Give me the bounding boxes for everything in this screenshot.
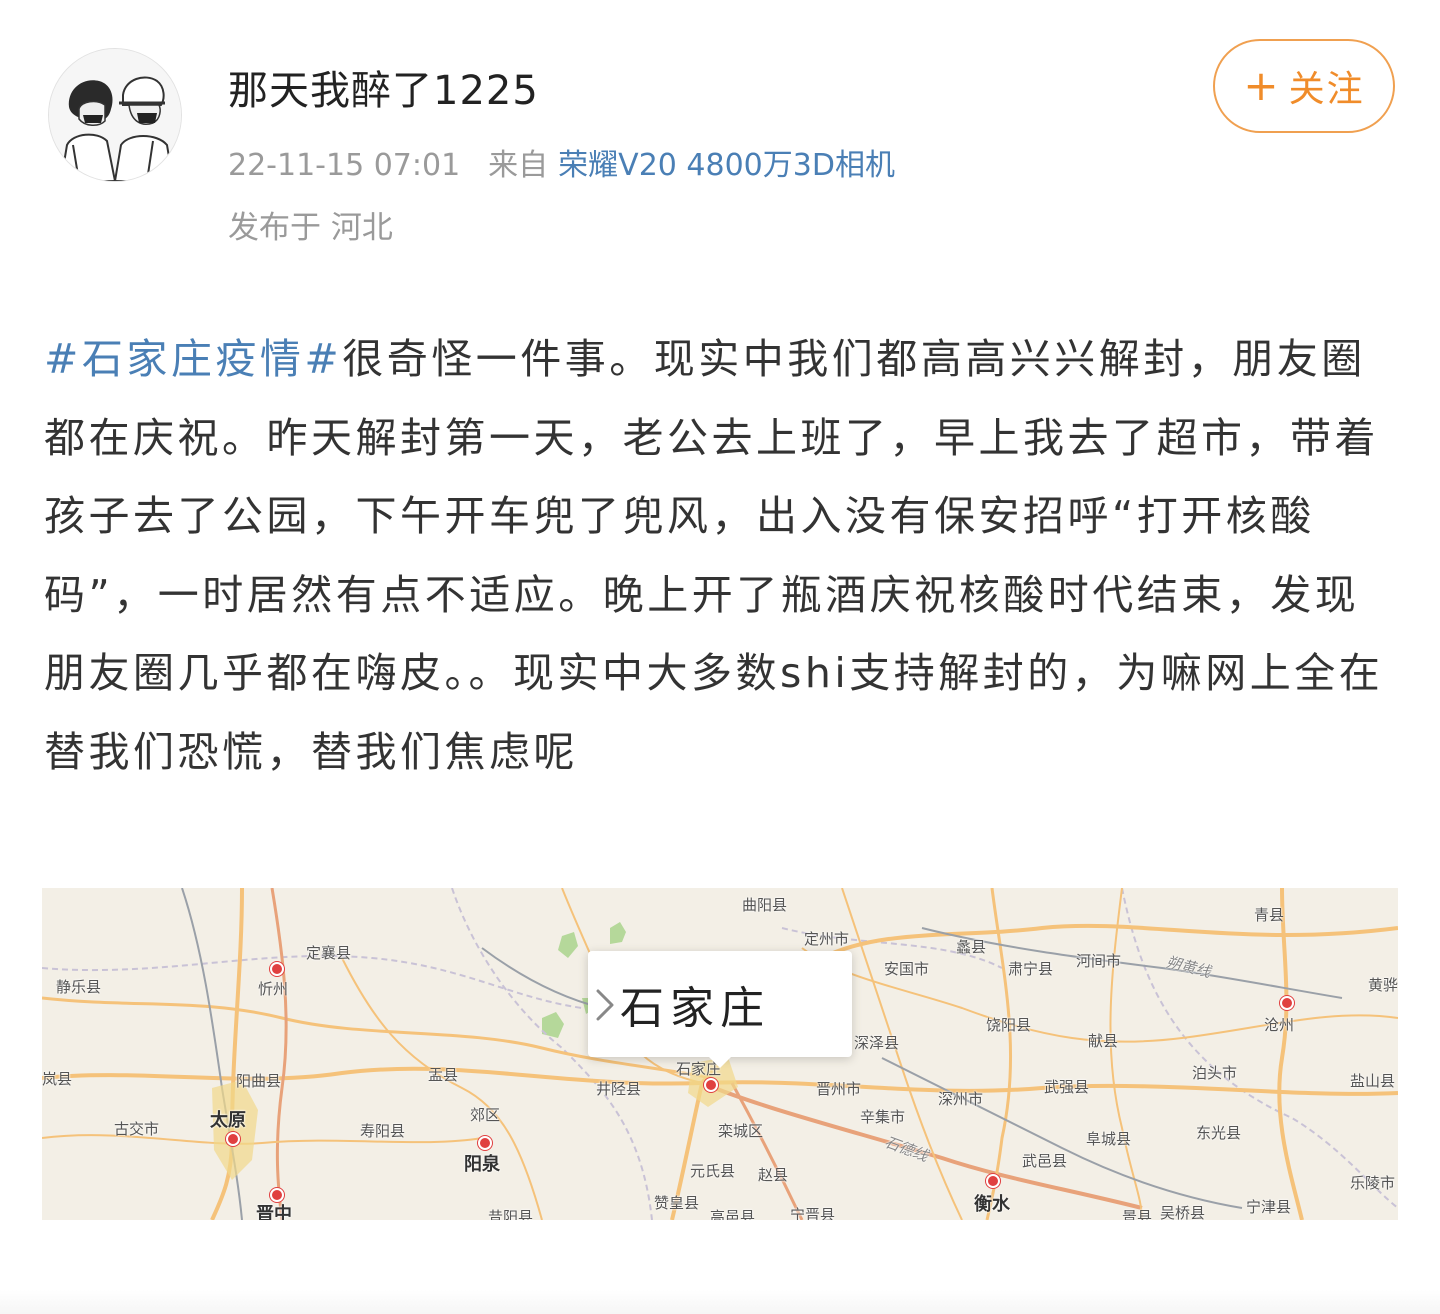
map-pin-icon[interactable]	[704, 1078, 718, 1092]
map-label: 阜城县	[1086, 1130, 1132, 1148]
callout-place-name: 石家庄	[620, 983, 770, 1034]
map-label: 黄骅	[1368, 976, 1398, 994]
map-label: 青县	[1254, 906, 1285, 924]
callout-tail	[708, 1056, 732, 1068]
map-label: 蠡县	[956, 938, 987, 956]
follow-label: 关注	[1288, 69, 1365, 110]
map-label: 昔阳县	[488, 1208, 534, 1220]
map-label: 吴桥县	[1160, 1204, 1206, 1220]
map-pin-icon[interactable]	[226, 1132, 240, 1146]
map-label: 深州市	[938, 1090, 984, 1108]
map-label: 忻州	[258, 980, 289, 998]
post-body: #石家庄疫情#很奇怪一件事。现实中我们都高高兴兴解封，朋友圈都在庆祝。昨天解封第…	[44, 320, 1394, 791]
map-label: 阳泉	[464, 1154, 500, 1175]
map-label: 景县	[1122, 1208, 1153, 1220]
map-label: 栾城区	[718, 1122, 764, 1140]
map-label: 阳曲县	[236, 1072, 282, 1090]
map-label: 岚县	[42, 1070, 73, 1088]
map-label: 盂县	[428, 1066, 459, 1084]
post-meta: 22-11-15 07:01 来自 荣耀V20 4800万3D相机	[228, 140, 895, 184]
post-location: 发布于 河北	[228, 210, 393, 246]
map-label: 古交市	[114, 1120, 160, 1138]
map-label: 盐山县	[1350, 1072, 1396, 1090]
map-pin-icon[interactable]	[478, 1136, 492, 1150]
source-label: 来自	[488, 148, 549, 183]
avatar[interactable]	[48, 48, 182, 182]
map-label: 赵县	[758, 1166, 789, 1184]
map-label: 静乐县	[56, 978, 102, 996]
chevron-right-icon	[596, 989, 614, 1021]
map-label: 沧州	[1264, 1016, 1295, 1034]
map-label: 安国市	[884, 960, 930, 978]
map-place-callout[interactable]: 石家庄	[588, 951, 852, 1057]
map-label: 辛集市	[860, 1108, 906, 1126]
map-label: 晋中	[256, 1204, 292, 1220]
map-label: 肃宁县	[1008, 960, 1054, 978]
map-label: 武强县	[1044, 1078, 1090, 1096]
map-label: 泊头市	[1192, 1064, 1238, 1082]
bottom-fade	[0, 1290, 1440, 1314]
map-label: 定襄县	[306, 944, 352, 962]
follow-button[interactable]: + 关注	[1213, 39, 1395, 133]
map-label: 郊区	[470, 1106, 501, 1124]
device-link[interactable]: 荣耀V20 4800万3D相机	[558, 148, 895, 183]
map-label: 元氏县	[690, 1162, 736, 1180]
plus-icon: +	[1243, 61, 1281, 110]
map-label: 太原	[210, 1110, 246, 1131]
map-pin-icon[interactable]	[270, 962, 284, 976]
map-label: 乐陵市	[1350, 1174, 1396, 1192]
map-label: 宁晋县	[790, 1206, 836, 1220]
location-map[interactable]: 曲阳县 青县 定州市 蠡县 定襄县 安国市 肃宁县 河间市 朔黄线 黄骅 静乐县…	[42, 888, 1398, 1220]
map-label: 衡水	[974, 1194, 1010, 1215]
map-label: 宁津县	[1246, 1198, 1292, 1216]
map-pin-icon[interactable]	[986, 1174, 1000, 1188]
map-label: 献县	[1088, 1032, 1119, 1050]
map-pin-icon[interactable]	[1280, 996, 1294, 1010]
map-label: 河间市	[1076, 952, 1122, 970]
map-label: 定州市	[804, 930, 850, 948]
map-label: 赞皇县	[654, 1194, 700, 1212]
map-label: 寿阳县	[360, 1122, 406, 1140]
map-label: 武邑县	[1022, 1152, 1068, 1170]
avatar-illustration	[49, 49, 181, 181]
post-body-text: 很奇怪一件事。现实中我们都高高兴兴解封，朋友圈都在庆祝。昨天解封第一天，老公去上…	[44, 335, 1384, 776]
map-label: 曲阳县	[742, 896, 788, 914]
username[interactable]: 那天我醉了1225	[228, 58, 539, 116]
post-timestamp: 22-11-15 07:01	[228, 148, 461, 183]
map-label: 高邑县	[710, 1208, 756, 1220]
map-label: 晋州市	[816, 1080, 862, 1098]
map-label: 井陉县	[596, 1080, 642, 1098]
map-label: 东光县	[1196, 1124, 1242, 1142]
map-label: 深泽县	[854, 1034, 900, 1052]
hashtag-link[interactable]: #石家庄疫情#	[44, 335, 342, 383]
map-label: 饶阳县	[986, 1016, 1032, 1034]
